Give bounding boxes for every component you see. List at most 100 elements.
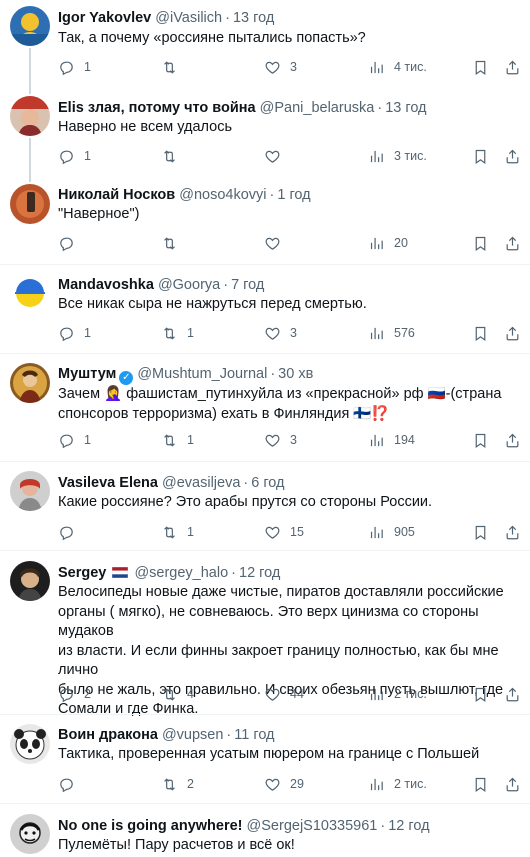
bookmark-button[interactable] (472, 430, 489, 450)
bookmark-button[interactable] (472, 774, 489, 794)
retweet-button[interactable] (161, 57, 187, 77)
author-name[interactable]: Elis злая, потому что война (58, 100, 256, 116)
share-button[interactable] (504, 233, 521, 253)
tweet[interactable]: Vasileva Elena @evasiljeva · 6 год Какие р… (0, 462, 530, 550)
tweet[interactable]: Mandavoshka @Goorya · 7 год Все никак сыра… (0, 265, 530, 353)
author-name[interactable]: Igor Yakovlev (58, 10, 151, 26)
reply-icon (58, 432, 75, 449)
like-button[interactable]: 3 (264, 57, 297, 77)
timestamp[interactable]: 7 год (231, 277, 264, 293)
reply-button[interactable]: 1 (58, 146, 91, 166)
share-button[interactable] (504, 146, 521, 166)
views-button[interactable]: 194 (368, 430, 415, 450)
share-button[interactable] (504, 57, 521, 77)
retweet-icon (161, 59, 178, 76)
timestamp[interactable]: 30 хв (278, 366, 313, 382)
thread-line (29, 138, 31, 180)
share-icon (504, 432, 521, 449)
like-button[interactable]: 15 (264, 522, 304, 542)
bookmark-button[interactable] (472, 233, 489, 253)
avatar[interactable] (10, 724, 50, 764)
author-handle[interactable]: @evasiljeva (162, 475, 240, 491)
author-name[interactable]: Vasileva Elena (58, 475, 158, 491)
author-handle[interactable]: @Mushtum_Journal (137, 366, 267, 382)
views-button[interactable]: 4 тис. (368, 57, 427, 77)
author-name[interactable]: Sergey (58, 565, 106, 581)
author-name[interactable]: Воин дракона (58, 727, 158, 743)
avatar[interactable] (10, 6, 50, 46)
author-name[interactable]: Николай Носков (58, 187, 175, 203)
views-button[interactable]: 2 тис. (368, 774, 427, 794)
timestamp[interactable]: 1 год (277, 187, 310, 203)
author-handle[interactable]: @SergejS10335961 (247, 818, 378, 834)
reply-button[interactable]: 1 (58, 57, 91, 77)
views-button[interactable]: 576 (368, 323, 415, 343)
share-button[interactable] (504, 774, 521, 794)
tweet-text-line: Зачем 🤦‍♀️ фашистам_путинхуйла из «прекр… (58, 386, 502, 402)
retweet-button[interactable] (161, 146, 187, 166)
views-button[interactable]: 3 тис. (368, 146, 427, 166)
avatar[interactable] (10, 814, 50, 854)
timestamp[interactable]: 11 год (234, 727, 274, 743)
author-handle[interactable]: @Goorya (158, 277, 220, 293)
bookmark-button[interactable] (472, 684, 489, 704)
share-button[interactable] (504, 430, 521, 450)
author-handle[interactable]: @sergey_halo (134, 565, 228, 581)
like-button[interactable]: 29 (264, 774, 304, 794)
avatar[interactable] (10, 471, 50, 511)
share-icon (504, 686, 521, 703)
tweet[interactable]: Igor Yakovlev @iVasilich · 13 год Так, а п… (0, 0, 530, 92)
tweet[interactable]: Sergey @sergey_halo · 12 год Велосипеды но… (0, 551, 530, 717)
share-button[interactable] (504, 323, 521, 343)
author-handle[interactable]: @noso4kovyi (179, 187, 266, 203)
author-name[interactable]: No one is going anywhere! (58, 818, 243, 834)
views-button[interactable]: 20 (368, 233, 408, 253)
timestamp[interactable]: 12 год (388, 818, 429, 834)
author-handle[interactable]: @vupsen (162, 727, 223, 743)
author-name[interactable]: Муштум (58, 366, 116, 382)
timestamp[interactable]: 6 год (251, 475, 284, 491)
retweet-button[interactable]: 2 (161, 774, 194, 794)
bookmark-button[interactable] (472, 323, 489, 343)
like-button[interactable]: 3 (264, 323, 297, 343)
like-button[interactable] (264, 146, 290, 166)
retweet-button[interactable]: 1 (161, 430, 194, 450)
bookmark-button[interactable] (472, 522, 489, 542)
share-button[interactable] (504, 684, 521, 704)
like-button[interactable] (264, 233, 290, 253)
reply-button[interactable] (58, 774, 84, 794)
avatar[interactable] (10, 184, 50, 224)
author-name[interactable]: Mandavoshka (58, 277, 154, 293)
like-button[interactable]: 44 (264, 684, 304, 704)
reply-button[interactable]: 1 (58, 323, 91, 343)
reply-button[interactable]: 2 (58, 684, 91, 704)
author-handle[interactable]: @Pani_belaruska (260, 100, 375, 116)
reply-button[interactable]: 1 (58, 430, 91, 450)
tweet[interactable]: Муштум ✓ @Mushtum_Journal · 30 хв Зачем 🤦‍♀… (0, 354, 530, 461)
share-button[interactable] (504, 522, 521, 542)
like-button[interactable]: 3 (264, 430, 297, 450)
views-button[interactable]: 2 тис. (368, 684, 427, 704)
tweet[interactable]: No one is going anywhere! @SergejS103359… (0, 804, 530, 857)
timestamp[interactable]: 12 год (239, 565, 280, 581)
retweet-button[interactable] (161, 233, 187, 253)
timestamp[interactable]: 13 год (385, 100, 426, 116)
thread-line (29, 90, 31, 94)
avatar[interactable] (10, 96, 50, 136)
bookmark-button[interactable] (472, 57, 489, 77)
retweet-button[interactable]: 1 (161, 323, 194, 343)
views-button[interactable]: 905 (368, 522, 415, 542)
reply-button[interactable] (58, 522, 84, 542)
timestamp[interactable]: 13 год (233, 10, 274, 26)
avatar[interactable] (10, 273, 50, 313)
avatar[interactable] (10, 363, 50, 403)
tweet[interactable]: Николай Носков @noso4kovyi · 1 год "Наверн… (0, 178, 530, 264)
bookmark-button[interactable] (472, 146, 489, 166)
retweet-button[interactable]: 1 (161, 522, 194, 542)
reply-button[interactable] (58, 233, 84, 253)
author-handle[interactable]: @iVasilich (155, 10, 222, 26)
tweet[interactable]: Elis злая, потому что война @Pani_belaru… (0, 90, 530, 180)
tweet[interactable]: Воин дракона @vupsen · 11 год Тактика, про… (0, 715, 530, 803)
retweet-button[interactable]: 4 (161, 684, 194, 704)
avatar[interactable] (10, 561, 50, 601)
